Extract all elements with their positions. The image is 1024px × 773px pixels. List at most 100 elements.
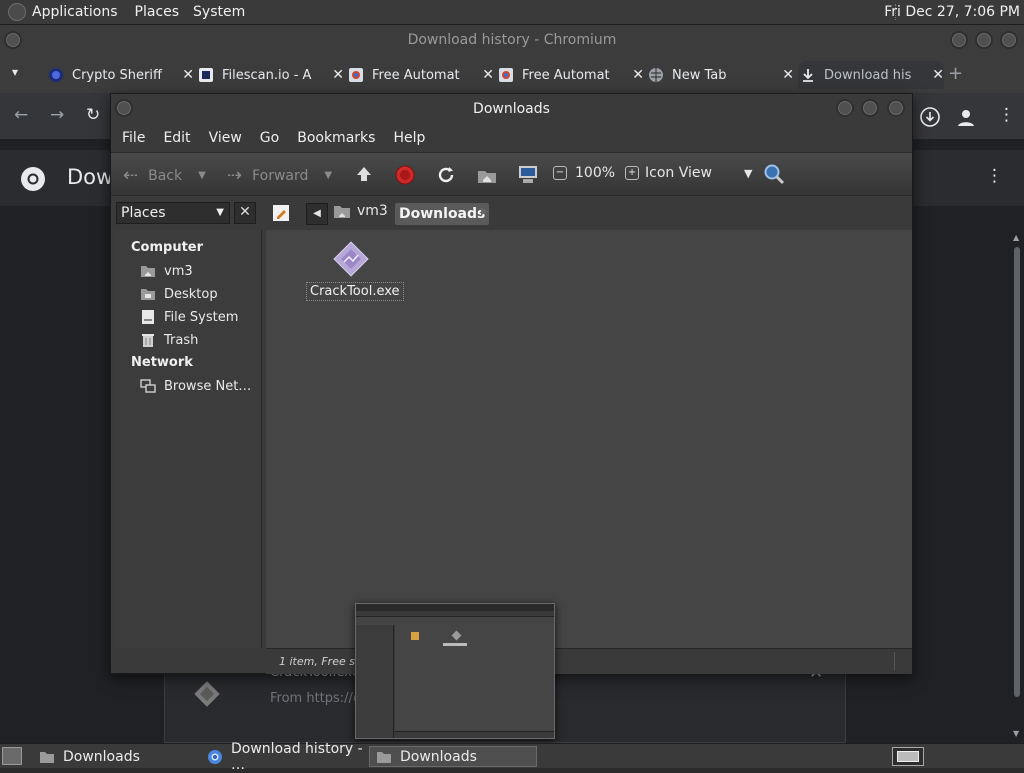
places-menu[interactable]: Places bbox=[135, 4, 180, 20]
zoom-control[interactable]: − 100% + bbox=[553, 165, 640, 181]
view-mode-label: Icon View bbox=[645, 165, 712, 181]
tab-close-icon[interactable]: ✕ bbox=[782, 67, 794, 83]
sidebar-item-desktop[interactable]: Desktop bbox=[140, 286, 218, 302]
chromium-window-title: Download history - Chromium bbox=[407, 32, 617, 48]
places-dropdown-icon: ▼ bbox=[216, 207, 224, 218]
breadcrumb-downloads[interactable]: Downloads bbox=[395, 203, 490, 225]
sidebar-places-select[interactable]: Places ▼ bbox=[116, 202, 230, 224]
taskbar-item-chromium[interactable]: Download history - … bbox=[201, 741, 367, 773]
zoom-in-icon[interactable]: + bbox=[625, 166, 640, 180]
forward-button[interactable]: ⇢ Forward ▼ bbox=[227, 165, 332, 186]
view-mode-dropdown-icon[interactable]: ▼ bbox=[744, 167, 752, 180]
new-tab-icon[interactable]: + bbox=[948, 63, 963, 84]
tab-filescan[interactable]: Filescan.io - A ✕ bbox=[198, 61, 344, 89]
tab-close-icon[interactable]: ✕ bbox=[182, 67, 194, 83]
maximize-button[interactable] bbox=[861, 99, 879, 117]
view-mode-select[interactable]: Icon View ▼ bbox=[645, 165, 752, 181]
window-menu-icon[interactable] bbox=[115, 99, 133, 117]
clock[interactable]: Fri Dec 27, 7:06 PM bbox=[884, 4, 1020, 20]
tab-close-icon[interactable]: ✕ bbox=[632, 67, 644, 83]
page-menu-icon[interactable]: ⋮ bbox=[986, 166, 1003, 186]
back-arrow-icon[interactable]: ← bbox=[14, 105, 28, 125]
sidebar-item-file-system[interactable]: File System bbox=[140, 309, 238, 325]
back-dropdown-icon[interactable]: ▼ bbox=[198, 170, 206, 181]
scroll-up-icon[interactable]: ▲ bbox=[1013, 233, 1019, 242]
file-icon-item[interactable]: CrackTool.exe bbox=[306, 240, 404, 301]
scroll-down-icon[interactable]: ▼ bbox=[1013, 729, 1019, 738]
menu-go[interactable]: Go bbox=[260, 130, 279, 146]
tab-download-history[interactable]: Download his ✕ bbox=[798, 61, 944, 89]
reload-icon[interactable] bbox=[436, 165, 456, 185]
sidebar-item-browse-network[interactable]: Browse Net… bbox=[140, 378, 251, 394]
download-source-url[interactable]: From https://g bbox=[270, 691, 361, 706]
resize-grip[interactable] bbox=[894, 652, 910, 670]
reload-icon[interactable]: ↻ bbox=[86, 105, 100, 125]
menu-bookmarks[interactable]: Bookmarks bbox=[297, 130, 375, 146]
window-thumbnail-preview[interactable] bbox=[355, 603, 555, 739]
menu-file[interactable]: File bbox=[122, 130, 145, 146]
tab-close-icon[interactable]: ✕ bbox=[482, 67, 494, 83]
close-button[interactable] bbox=[887, 99, 905, 117]
file-manager-menubar: File Edit View Go Bookmarks Help bbox=[111, 124, 912, 152]
menu-help[interactable]: Help bbox=[393, 130, 425, 146]
sidebar-item-label: Browse Net… bbox=[164, 378, 252, 394]
menu-edit[interactable]: Edit bbox=[163, 130, 190, 146]
up-arrow-icon[interactable] bbox=[354, 165, 374, 185]
show-desktop-icon[interactable] bbox=[2, 747, 22, 765]
computer-heading: Computer bbox=[131, 240, 204, 255]
taskbar-item-downloads-2[interactable]: Downloads bbox=[369, 746, 537, 767]
minimize-button[interactable] bbox=[836, 99, 854, 117]
thumbnail-content bbox=[395, 625, 554, 731]
profile-icon[interactable] bbox=[956, 107, 976, 127]
zoom-out-icon[interactable]: − bbox=[553, 166, 567, 180]
menu-view[interactable]: View bbox=[209, 130, 242, 146]
trash-icon bbox=[142, 334, 154, 347]
tab-close-icon[interactable]: ✕ bbox=[932, 67, 944, 83]
sidebar-item-label: Desktop bbox=[164, 286, 218, 302]
window-menu-icon[interactable] bbox=[4, 31, 22, 49]
shield-icon bbox=[49, 68, 63, 82]
workspace-switcher[interactable] bbox=[892, 747, 924, 766]
search-icon[interactable] bbox=[763, 163, 785, 185]
sidebar-item-trash[interactable]: Trash bbox=[140, 332, 198, 348]
file-name-label: CrackTool.exe bbox=[306, 282, 404, 301]
forward-dropdown-icon[interactable]: ▼ bbox=[324, 170, 332, 181]
thumbnail-sidebar bbox=[356, 625, 394, 738]
page-scrollbar[interactable]: ▲ ▼ bbox=[1012, 233, 1022, 738]
file-view[interactable]: CrackTool.exe bbox=[266, 230, 912, 648]
tab-close-icon[interactable]: ✕ bbox=[332, 67, 344, 83]
breadcrumb-vm3[interactable]: vm3 bbox=[333, 203, 388, 219]
tab-free-automated-2[interactable]: Free Automat ✕ bbox=[498, 61, 644, 89]
file-manager-titlebar[interactable]: Downloads bbox=[111, 94, 912, 124]
edit-location-icon[interactable] bbox=[271, 203, 291, 223]
scroll-thumb[interactable] bbox=[1014, 247, 1020, 697]
close-sidebar-button[interactable]: ✕ bbox=[234, 202, 256, 224]
tab-new-tab[interactable]: New Tab ✕ bbox=[648, 61, 794, 89]
breadcrumb-left-icon[interactable]: ◀ bbox=[306, 203, 328, 225]
breadcrumb-right-icon[interactable]: ▶ bbox=[481, 206, 489, 217]
tab-free-automated-1[interactable]: Free Automat ✕ bbox=[348, 61, 494, 89]
chrome-menu-icon[interactable]: ⋮ bbox=[998, 105, 1015, 125]
tab-crypto-sheriff[interactable]: Crypto Sheriff ✕ bbox=[48, 61, 194, 89]
close-button[interactable] bbox=[1000, 31, 1018, 49]
tab-label: Filescan.io - A bbox=[222, 67, 312, 83]
minimize-button[interactable] bbox=[950, 31, 968, 49]
workspace-1[interactable] bbox=[897, 751, 919, 762]
thumbnail-folder-icon bbox=[411, 632, 419, 640]
downloads-icon[interactable] bbox=[920, 107, 940, 127]
computer-icon[interactable] bbox=[517, 164, 539, 186]
sidebar-item-vm3[interactable]: vm3 bbox=[140, 263, 193, 279]
stop-icon[interactable] bbox=[395, 165, 415, 185]
maximize-button[interactable] bbox=[975, 31, 993, 49]
chrome-logo-icon bbox=[21, 167, 45, 191]
system-menu[interactable]: System bbox=[193, 4, 245, 20]
home-icon[interactable] bbox=[476, 165, 498, 185]
forward-arrow-icon[interactable]: → bbox=[50, 105, 64, 125]
back-label: Back bbox=[148, 167, 183, 184]
home-folder-icon bbox=[334, 206, 350, 218]
back-button[interactable]: ⇠ Back ▼ bbox=[123, 165, 206, 186]
tab-search-icon[interactable]: ▾ bbox=[12, 65, 18, 79]
applications-menu[interactable]: Applications bbox=[32, 4, 118, 20]
taskbar-item-downloads-1[interactable]: Downloads bbox=[33, 746, 199, 767]
menu-logo-icon[interactable] bbox=[8, 3, 26, 21]
